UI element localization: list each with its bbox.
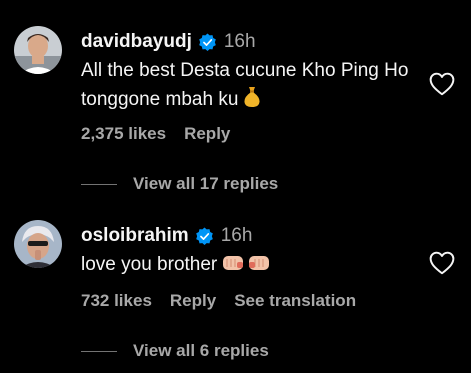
see-translation-button[interactable]: See translation — [234, 291, 356, 311]
fist-bump-icon — [221, 253, 273, 282]
comment-time: 16h — [223, 31, 256, 52]
comment-time: 16h — [220, 225, 253, 246]
view-replies-label: View all 17 replies — [133, 174, 279, 193]
comment-item: davidbayudj 16h All the best Desta cucun… — [0, 0, 471, 200]
username[interactable]: davidbayudj — [81, 31, 192, 53]
comment-meta: 732 likes Reply See translation — [81, 291, 374, 311]
verified-badge-icon — [195, 226, 213, 245]
user-avatar-image — [14, 26, 62, 74]
view-replies-button[interactable]: View all 17 replies — [81, 174, 278, 194]
view-replies-button[interactable]: View all 6 replies — [81, 341, 269, 361]
replies-divider — [81, 350, 117, 352]
avatar[interactable] — [14, 26, 62, 74]
reply-button[interactable]: Reply — [184, 124, 230, 144]
comment-body: love you brother — [81, 254, 218, 275]
comment-meta: 2,375 likes Reply — [81, 124, 248, 144]
user-avatar-image — [14, 220, 62, 268]
verified-badge-icon — [199, 32, 216, 51]
username[interactable]: osloibrahim — [81, 225, 189, 247]
money-bag-icon — [242, 86, 262, 117]
comment-text: All the best Desta cucune Kho Ping Ho to… — [81, 56, 421, 117]
comment-header: osloibrahim 16h — [81, 224, 252, 248]
comment-item: osloibrahim 16h love you brother 732 lik… — [0, 200, 471, 373]
like-heart-icon[interactable] — [429, 251, 455, 275]
reply-button[interactable]: Reply — [170, 291, 216, 311]
likes-count[interactable]: 732 likes — [81, 291, 152, 311]
comment-text: love you brother — [81, 250, 421, 282]
comment-header: davidbayudj 16h — [81, 30, 256, 54]
view-replies-label: View all 6 replies — [133, 341, 269, 360]
likes-count[interactable]: 2,375 likes — [81, 124, 166, 144]
avatar[interactable] — [14, 220, 62, 268]
like-heart-icon[interactable] — [429, 72, 455, 96]
replies-divider — [81, 183, 117, 185]
